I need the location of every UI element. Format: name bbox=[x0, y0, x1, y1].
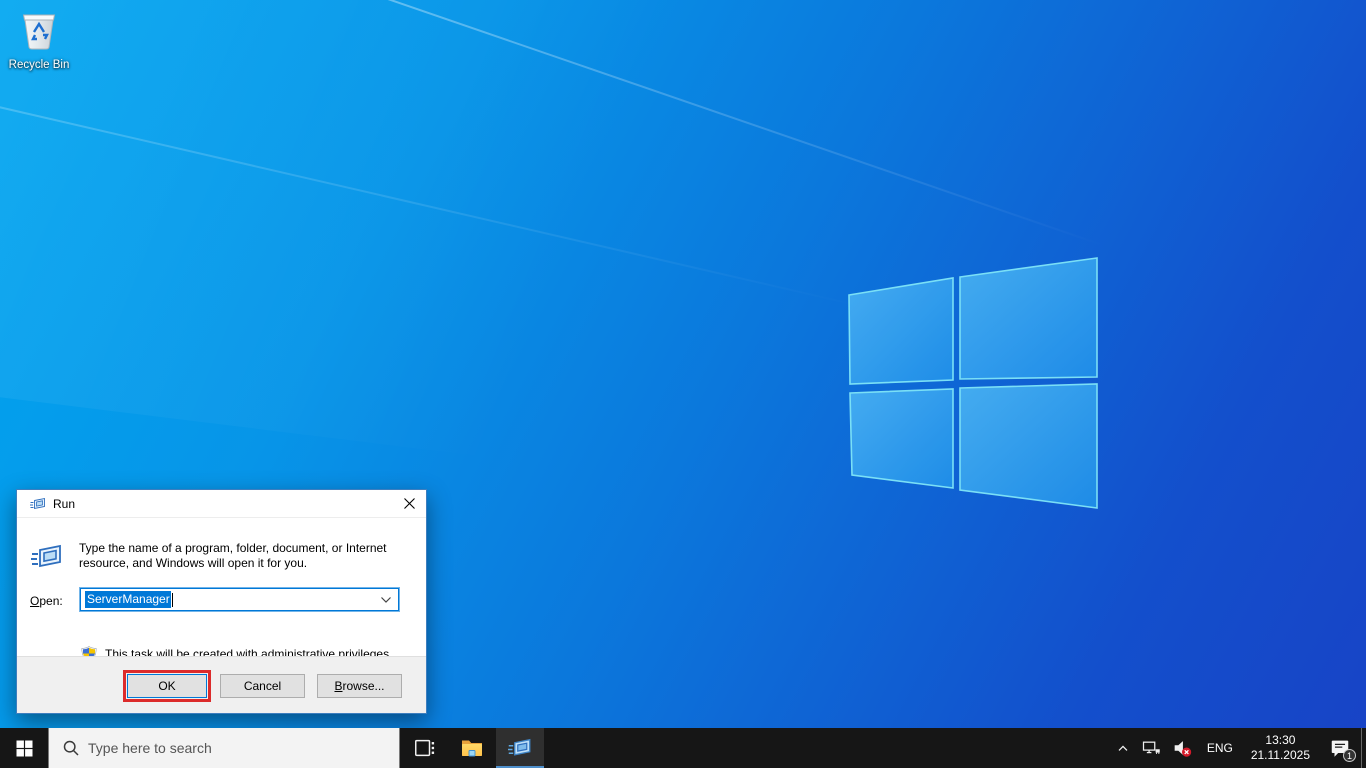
run-dialog-footer: OK Cancel Browse... bbox=[17, 656, 426, 713]
run-dialog-title: Run bbox=[53, 496, 76, 511]
chevron-down-icon[interactable] bbox=[381, 597, 391, 603]
chevron-up-icon bbox=[1118, 745, 1128, 751]
action-center-button[interactable]: 1 bbox=[1319, 728, 1361, 768]
taskbar-empty-area bbox=[544, 728, 1110, 768]
run-app-icon bbox=[508, 738, 531, 756]
open-label-accesskey: O bbox=[30, 594, 40, 608]
open-label-rest: pen: bbox=[39, 594, 63, 608]
task-view-icon bbox=[415, 739, 435, 757]
language-indicator[interactable]: ENG bbox=[1198, 728, 1242, 768]
file-explorer-button[interactable] bbox=[448, 728, 496, 768]
task-view-button[interactable] bbox=[400, 728, 448, 768]
browse-button[interactable]: Browse... bbox=[317, 674, 402, 698]
start-button[interactable] bbox=[0, 728, 48, 768]
browse-label-rest: rowse... bbox=[342, 679, 385, 693]
ok-button[interactable]: OK bbox=[127, 674, 207, 698]
network-tray-button[interactable] bbox=[1136, 728, 1166, 768]
file-explorer-icon bbox=[462, 740, 482, 757]
run-dialog: Run Type the name of a program, folder, … bbox=[16, 489, 427, 714]
taskbar-search[interactable] bbox=[48, 728, 400, 768]
run-dialog-description: Type the name of a program, folder, docu… bbox=[79, 541, 387, 571]
combobox-selected-text: ServerManager bbox=[85, 591, 171, 608]
open-label: Open: bbox=[30, 594, 63, 608]
close-icon bbox=[403, 498, 415, 509]
recycle-bin-label: Recycle Bin bbox=[8, 59, 70, 71]
clock-time: 13:30 bbox=[1265, 733, 1296, 747]
recycle-bin-shortcut[interactable]: Recycle Bin bbox=[6, 8, 72, 71]
run-dialog-body: Type the name of a program, folder, docu… bbox=[17, 518, 426, 662]
tray-overflow-button[interactable] bbox=[1110, 728, 1136, 768]
run-icon bbox=[30, 497, 45, 509]
clock[interactable]: 13:30 21.11.2025 bbox=[1242, 728, 1319, 768]
volume-tray-button[interactable] bbox=[1166, 728, 1198, 768]
desktop: Recycle Bin Run Type the name of a progr… bbox=[0, 0, 1366, 768]
cancel-button[interactable]: Cancel bbox=[220, 674, 305, 698]
volume-muted-icon bbox=[1174, 741, 1191, 757]
open-combobox[interactable]: ServerManager bbox=[80, 588, 399, 611]
recycle-bin-icon bbox=[22, 14, 56, 50]
description-line-1: Type the name of a program, folder, docu… bbox=[79, 541, 387, 555]
notification-badge: 1 bbox=[1343, 749, 1356, 762]
description-line-2: resource, and Windows will open it for y… bbox=[79, 556, 308, 570]
close-button[interactable] bbox=[392, 490, 426, 517]
browse-accesskey: B bbox=[334, 679, 343, 693]
ok-button-highlight-annotation: OK bbox=[123, 670, 211, 702]
search-icon bbox=[63, 740, 79, 756]
system-tray: ENG 13:30 21.11.2025 1 bbox=[1110, 728, 1366, 768]
run-icon-large bbox=[31, 544, 61, 568]
run-app-taskbar-button[interactable] bbox=[496, 728, 544, 768]
windows-start-icon bbox=[16, 740, 32, 756]
show-desktop-button[interactable] bbox=[1361, 728, 1366, 768]
ethernet-network-icon bbox=[1142, 741, 1160, 754]
run-dialog-titlebar[interactable]: Run bbox=[17, 490, 426, 518]
text-caret bbox=[171, 592, 173, 607]
clock-date: 21.11.2025 bbox=[1250, 748, 1310, 762]
search-input[interactable] bbox=[88, 740, 358, 756]
taskbar: ENG 13:30 21.11.2025 1 bbox=[0, 728, 1366, 768]
